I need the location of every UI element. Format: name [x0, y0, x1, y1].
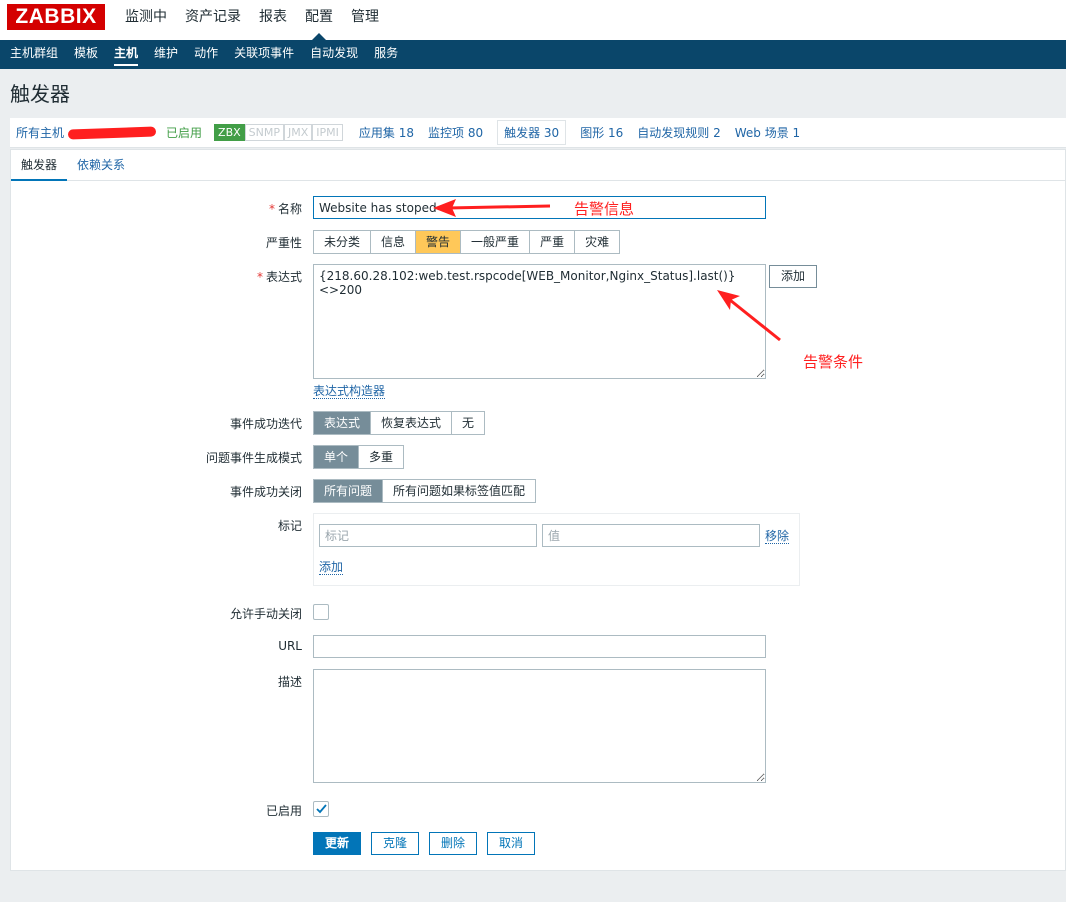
- clone-button[interactable]: 克隆: [371, 832, 419, 855]
- enabled-label: 已启用: [265, 804, 302, 818]
- severity-disaster[interactable]: 灾难: [575, 231, 619, 253]
- zbx-badge: ZBX: [214, 124, 245, 141]
- manual-close-label: 允许手动关闭: [229, 607, 302, 621]
- expression-add-button[interactable]: 添加: [769, 265, 817, 288]
- nav-reports[interactable]: 报表: [250, 0, 296, 40]
- page-title: 触发器: [10, 82, 70, 106]
- severity-warning[interactable]: 警告: [416, 231, 462, 253]
- severity-high[interactable]: 严重: [530, 231, 576, 253]
- triggers-link[interactable]: 触发器 30: [497, 120, 567, 145]
- items-link[interactable]: 监控项 80: [428, 124, 483, 141]
- name-input[interactable]: [313, 196, 766, 219]
- annotation-alert-condition: 告警条件: [803, 353, 864, 371]
- ok-event-selector: 表达式 恢复表达式 无: [313, 411, 486, 435]
- ok-close-all-problems[interactable]: 所有问题: [314, 480, 384, 502]
- subnav-templates[interactable]: 模板: [66, 40, 106, 69]
- tab-trigger[interactable]: 触发器: [11, 150, 68, 181]
- subnav-maintenance[interactable]: 维护: [146, 40, 186, 69]
- enabled-checkbox[interactable]: [313, 801, 329, 817]
- subnav-discovery[interactable]: 自动发现: [302, 40, 366, 69]
- redacted-host-name: [67, 125, 157, 140]
- ok-event-recovery-expression[interactable]: 恢复表达式: [371, 412, 453, 434]
- subnav-hosts[interactable]: 主机: [106, 40, 146, 69]
- cancel-button[interactable]: 取消: [487, 832, 535, 855]
- host-breadcrumb: 所有主机 已启用 ZBX SNMP JMX IPMI 应用集 18 监控项 80…: [10, 118, 1066, 148]
- zabbix-logo[interactable]: ZABBIX: [7, 4, 105, 30]
- expression-builder-link[interactable]: 表达式构造器: [313, 384, 386, 399]
- jmx-badge: JMX: [284, 124, 313, 141]
- url-label: URL: [278, 639, 302, 653]
- severity-not-classified[interactable]: 未分类: [314, 231, 372, 253]
- delete-button[interactable]: 删除: [429, 832, 477, 855]
- tag-value-input[interactable]: [542, 524, 760, 547]
- problem-mode-multiple[interactable]: 多重: [359, 446, 403, 468]
- update-button[interactable]: 更新: [313, 832, 361, 855]
- tags-label: 标记: [277, 519, 302, 533]
- subnav-host-groups[interactable]: 主机群组: [2, 40, 66, 69]
- form-tabs: 触发器 依赖关系: [11, 150, 1065, 181]
- nav-inventory[interactable]: 资产记录: [176, 0, 250, 40]
- graphs-link[interactable]: 图形 16: [580, 124, 623, 141]
- ok-close-selector: 所有问题 所有问题如果标签值匹配: [313, 479, 537, 503]
- availability-badges: ZBX SNMP JMX IPMI: [214, 124, 343, 141]
- subnav-services[interactable]: 服务: [366, 40, 406, 69]
- subnav-actions[interactable]: 动作: [186, 40, 226, 69]
- tag-add-link[interactable]: 添加: [319, 560, 344, 575]
- tag-name-input[interactable]: [319, 524, 537, 547]
- nav-monitoring[interactable]: 监测中: [116, 0, 176, 40]
- subnav-event-correlation[interactable]: 关联项事件: [226, 40, 302, 69]
- required-mark: *: [256, 270, 263, 284]
- url-input[interactable]: [313, 635, 766, 658]
- ok-close-label: 事件成功关闭: [229, 485, 302, 499]
- web-scenarios-link[interactable]: Web 场景 1: [735, 124, 800, 141]
- severity-selector: 未分类 信息 警告 一般严重 严重 灾难: [313, 230, 621, 254]
- annotation-alert-info: 告警信息: [574, 200, 635, 218]
- severity-label: 严重性: [265, 236, 302, 250]
- severity-average[interactable]: 一般严重: [461, 231, 531, 253]
- main-nav: 监测中 资产记录 报表 配置 管理: [116, 0, 388, 40]
- host-status-enabled[interactable]: 已启用: [166, 124, 202, 141]
- description-label: 描述: [277, 675, 302, 689]
- checkmark-icon: [316, 804, 327, 814]
- problem-mode-selector: 单个 多重: [313, 445, 405, 469]
- applications-link[interactable]: 应用集 18: [359, 124, 414, 141]
- expression-label: * 表达式: [256, 270, 302, 284]
- nav-configuration[interactable]: 配置: [296, 0, 342, 40]
- tag-remove-link[interactable]: 移除: [765, 529, 790, 544]
- ipmi-badge: IPMI: [312, 124, 343, 141]
- problem-mode-single[interactable]: 单个: [314, 446, 360, 468]
- snmp-badge: SNMP: [244, 124, 284, 141]
- description-textarea[interactable]: [313, 669, 766, 783]
- name-label: * 名称: [268, 202, 302, 216]
- required-mark: *: [268, 202, 275, 216]
- ok-event-expression[interactable]: 表达式: [314, 412, 372, 434]
- sub-nav: 主机群组 模板 主机 维护 动作 关联项事件 自动发现 服务: [0, 40, 1066, 69]
- all-hosts-link[interactable]: 所有主机: [16, 124, 64, 141]
- ok-close-tag-match[interactable]: 所有问题如果标签值匹配: [383, 480, 535, 502]
- discovery-rules-link[interactable]: 自动发现规则 2: [637, 124, 720, 141]
- tab-dependencies[interactable]: 依赖关系: [67, 150, 135, 180]
- severity-information[interactable]: 信息: [371, 231, 417, 253]
- expression-textarea[interactable]: {218.60.28.102:web.test.rspcode[WEB_Moni…: [313, 264, 766, 379]
- top-bar: ZABBIX 监测中 资产记录 报表 配置 管理: [0, 0, 1066, 40]
- problem-mode-label: 问题事件生成模式: [205, 451, 302, 465]
- nav-administration[interactable]: 管理: [342, 0, 388, 40]
- ok-event-label: 事件成功迭代: [229, 417, 302, 431]
- manual-close-checkbox[interactable]: [313, 604, 329, 620]
- ok-event-none[interactable]: 无: [452, 412, 484, 434]
